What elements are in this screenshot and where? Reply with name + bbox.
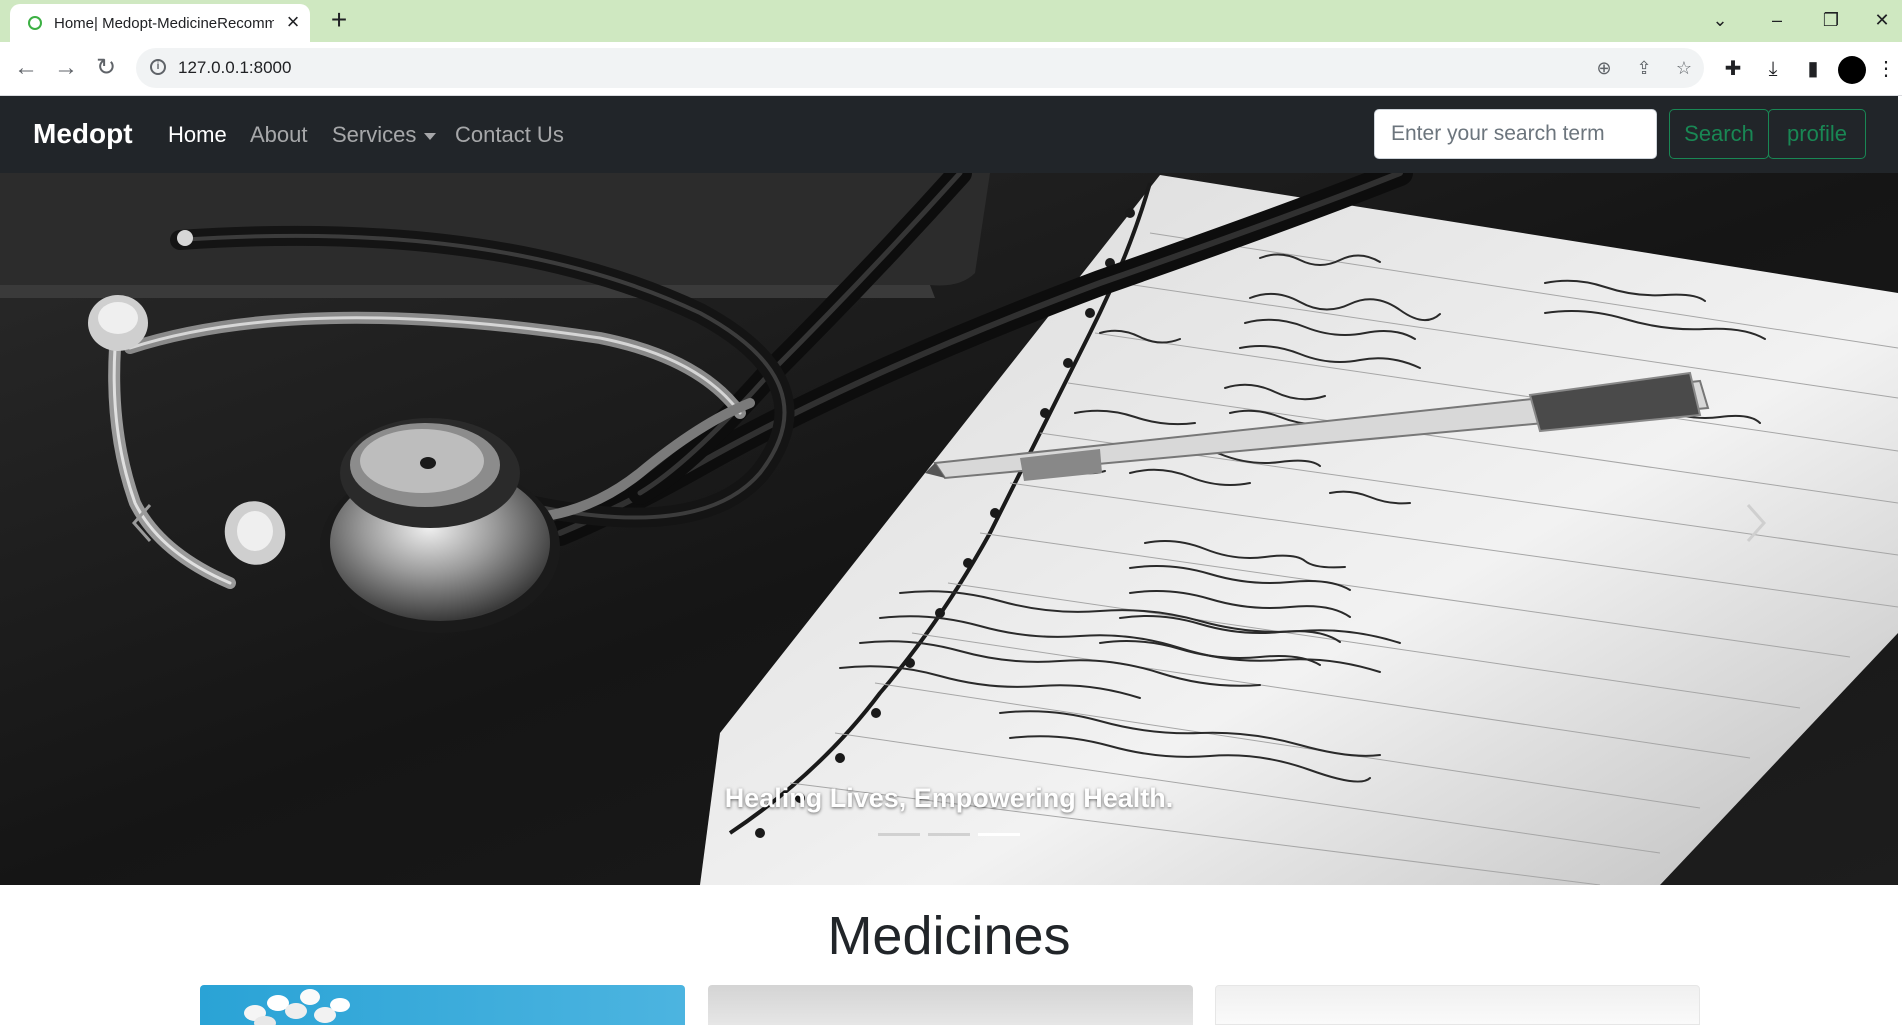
tab-title: Home| Medopt-MedicineRecomm: [54, 15, 274, 32]
search-input[interactable]: [1374, 109, 1657, 159]
chevron-left-icon: [131, 504, 152, 542]
tab-close-icon[interactable]: ×: [282, 11, 304, 33]
download-icon[interactable]: ⤓: [1758, 54, 1788, 84]
chevron-right-icon: [1746, 504, 1767, 542]
profile-avatar[interactable]: [1838, 56, 1866, 84]
search-button[interactable]: Search: [1669, 109, 1769, 159]
tab-search-icon[interactable]: ⌄: [1700, 6, 1740, 34]
services-label: Services: [332, 122, 417, 147]
pills-image: [244, 989, 350, 1025]
browser-tab-strip: Home| Medopt-MedicineRecomm × + ⌄ – ❐ ✕: [0, 0, 1902, 42]
section-title: Medicines: [827, 906, 1071, 966]
nav-dropdown-services[interactable]: Services: [332, 122, 437, 148]
browser-toolbar: ← → ↻ i 127.0.0.1:8000 ⊕ ⇪ ☆ ✚ ⤓ ▮ ⋮: [0, 42, 1902, 96]
carousel-indicator-2[interactable]: [928, 833, 970, 836]
back-icon[interactable]: ←: [12, 54, 40, 82]
share-icon[interactable]: ⇪: [1632, 56, 1656, 80]
nav-link-home[interactable]: Home: [168, 122, 227, 148]
carousel-prev-icon[interactable]: [122, 493, 162, 553]
carousel-next-icon[interactable]: [1736, 493, 1776, 553]
zoom-icon[interactable]: ⊕: [1592, 56, 1616, 80]
nav-link-contact[interactable]: Contact Us: [455, 122, 564, 148]
new-tab-icon[interactable]: +: [325, 6, 353, 34]
medicine-card-3[interactable]: [1215, 985, 1700, 1025]
address-bar[interactable]: i 127.0.0.1:8000 ⊕ ⇪ ☆: [136, 48, 1704, 88]
hero-carousel: Healing Lives, Empowering Health.: [0, 173, 1898, 885]
carousel-caption: Healing Lives, Empowering Health.: [724, 783, 1174, 813]
restore-icon[interactable]: ❐: [1811, 6, 1851, 34]
reload-icon[interactable]: ↻: [92, 54, 120, 82]
brand-logo-text[interactable]: Medopt: [33, 118, 133, 150]
side-panel-icon[interactable]: ▮: [1798, 54, 1828, 84]
minimize-icon[interactable]: –: [1757, 6, 1797, 34]
close-window-icon[interactable]: ✕: [1862, 6, 1902, 34]
carousel-indicator-1[interactable]: [878, 833, 920, 836]
menu-kebab-icon[interactable]: ⋮: [1876, 54, 1896, 84]
profile-button[interactable]: profile: [1768, 109, 1866, 159]
carousel-indicators: [878, 833, 1022, 837]
site-info-icon[interactable]: i: [150, 59, 166, 75]
medicine-card-2[interactable]: [708, 985, 1193, 1025]
bookmark-star-icon[interactable]: ☆: [1672, 56, 1696, 80]
hero-image-stethoscope-notebook: [0, 173, 1898, 885]
nav-link-about[interactable]: About: [250, 122, 308, 148]
forward-icon[interactable]: →: [52, 54, 80, 82]
chevron-down-icon: [424, 132, 437, 140]
extensions-icon[interactable]: ✚: [1718, 54, 1748, 84]
url-text: 127.0.0.1:8000: [178, 58, 292, 77]
browser-tab[interactable]: Home| Medopt-MedicineRecomm ×: [10, 4, 310, 42]
page-scrollbar[interactable]: [1898, 96, 1902, 1022]
medicine-card-1[interactable]: [200, 985, 685, 1025]
carousel-indicator-3[interactable]: [978, 833, 1020, 836]
favicon-icon: [28, 16, 42, 30]
site-navbar: Medopt Home About Services Contact Us Se…: [0, 96, 1902, 173]
